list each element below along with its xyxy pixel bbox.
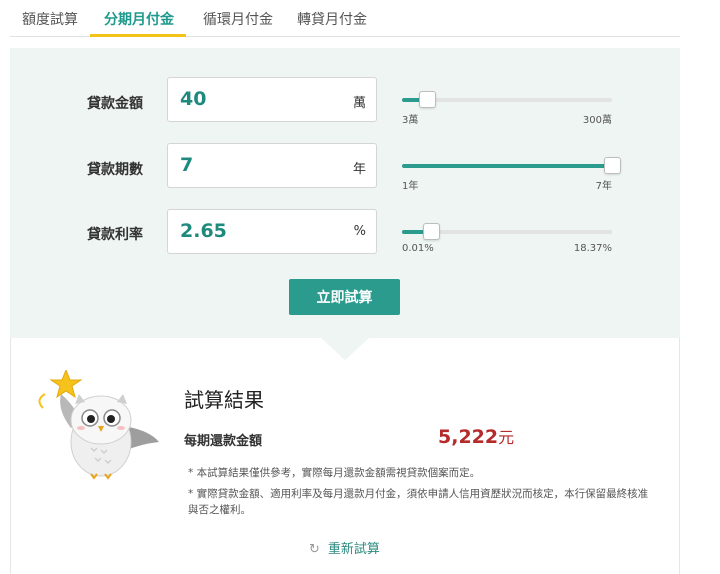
monthly-payment-unit: 元 [498, 428, 515, 447]
period-max-label: 7年 [595, 181, 612, 192]
slider-thumb[interactable] [419, 91, 437, 108]
slider-fill [402, 164, 612, 168]
amount-unit: 萬 [352, 96, 366, 111]
period-value: 7 [180, 154, 194, 176]
result-title: 試算結果 [184, 388, 264, 412]
monthly-payment-label: 每期還款金額 [184, 434, 263, 449]
rate-value: 2.65 [180, 220, 227, 242]
amount-min-label: 3萬 [402, 115, 419, 126]
rate-slider[interactable]: 0.01% 18.37% [402, 219, 612, 254]
rate-unit: % [353, 224, 366, 239]
refresh-icon: ↻ [309, 542, 320, 557]
calculator-panel: 貸款金額 40 萬 3萬 300萬 貸款期數 7 年 1年 7年 貸款利率 2.… [10, 48, 680, 338]
disclaimer-note-1: * 本試算結果僅供參考，實際每月還款金額需視貸款個案而定。 [188, 467, 481, 479]
reset-link[interactable]: ↻ 重新試算 [309, 538, 380, 557]
rate-max-label: 18.37% [573, 243, 612, 254]
amount-max-label: 300萬 [582, 115, 612, 126]
result-panel: 試算結果 每期還款金額 5,222元 * 本試算結果僅供參考，實際每月還款金額需… [10, 338, 680, 574]
period-label: 貸款期數 [87, 162, 143, 178]
amount-value: 40 [180, 88, 207, 110]
monthly-payment-value: 5,222元 [438, 424, 514, 448]
period-input[interactable]: 7 年 [167, 143, 377, 188]
tab-revolving[interactable]: 循環月付金 [203, 9, 273, 29]
tab-installment[interactable]: 分期月付金 [104, 9, 174, 29]
calculate-button[interactable]: 立即試算 [289, 279, 400, 315]
period-unit: 年 [352, 162, 366, 177]
amount-label: 貸款金額 [87, 96, 143, 112]
tab-refinance[interactable]: 轉貸月付金 [297, 9, 367, 29]
period-min-label: 1年 [402, 181, 419, 192]
monthly-payment-amount: 5,222 [438, 426, 499, 448]
slider-thumb[interactable] [604, 157, 621, 174]
rate-input[interactable]: 2.65 % [167, 209, 377, 254]
amount-slider[interactable]: 3萬 300萬 [402, 87, 612, 126]
disclaimer-note-2: * 實際貸款金額、適用利率及每月還款月付金，須依申請人信用資歷狀況而核定，本行保… [188, 488, 649, 516]
slider-thumb[interactable] [423, 223, 441, 240]
active-tab-indicator [90, 34, 186, 37]
pointer-notch [321, 338, 369, 360]
reset-label: 重新試算 [327, 542, 380, 557]
tab-bar: 額度試算 分期月付金 循環月付金 轉貸月付金 [10, 0, 680, 37]
amount-input[interactable]: 40 萬 [167, 77, 377, 122]
period-slider[interactable]: 1年 7年 [402, 153, 621, 192]
rate-min-label: 0.01% [402, 243, 434, 254]
owl-mascot-icon [38, 370, 159, 480]
rate-label: 貸款利率 [87, 227, 143, 243]
tab-quota[interactable]: 額度試算 [22, 9, 78, 29]
